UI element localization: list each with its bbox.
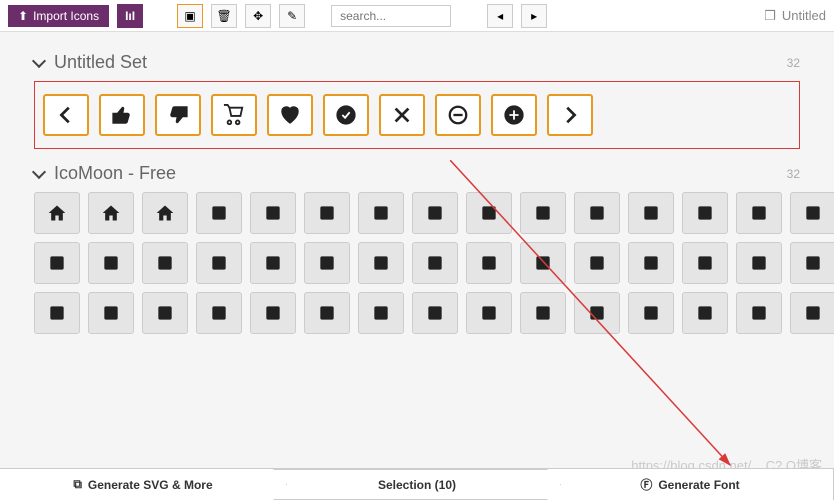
icon-cell-podcast[interactable] [628,242,674,284]
bottom-tabs: ⧉Generate SVG & More Selection (10) ⒻGen… [0,468,834,500]
icon-cell-pen[interactable] [466,192,512,234]
icon-cell-pencil[interactable] [304,192,350,234]
icon-cell-headphones[interactable] [34,242,80,284]
icon-grid [34,192,800,334]
nav-next-button[interactable]: ▸ [521,4,547,28]
set-header-untitled[interactable]: Untitled Set 32 [34,52,800,73]
icon-cell-newspaper[interactable] [250,192,296,234]
icon-cell-file4[interactable] [358,292,404,334]
icon-cell-eyedropper[interactable] [574,192,620,234]
selected-icons-row [34,81,800,149]
select-tool-button[interactable]: ▣ [177,4,203,28]
selected-icon-minus-circle[interactable] [435,94,481,136]
tab-generate-font[interactable]: ⒻGenerate Font [547,469,834,500]
icon-cell-home3[interactable] [142,192,188,234]
stack-icon: ❒ [764,8,776,24]
icon-cell-droplet[interactable] [628,192,674,234]
icon-cell-blog[interactable] [520,192,566,234]
icon-cell-camera2[interactable] [250,242,296,284]
chevron-down-icon [32,164,46,178]
project-name[interactable]: ❒Untitled [764,8,826,24]
selected-icon-thumb-up[interactable] [99,94,145,136]
font-icon: Ⓕ [640,476,652,493]
icon-cell-folder[interactable] [466,292,512,334]
chevron-down-icon [32,53,46,67]
icon-cell-folder2[interactable] [574,292,620,334]
icon-cell-home[interactable] [34,192,80,234]
icon-cell-diamonds[interactable] [520,242,566,284]
tab-generate-svg[interactable]: ⧉Generate SVG & More [0,469,287,500]
icon-cell-paint[interactable] [682,192,728,234]
icon-cell-image[interactable] [736,192,782,234]
library-button[interactable]: IıI [117,4,143,28]
icon-cell-bullhorn[interactable] [574,242,620,284]
search-input[interactable] [331,5,451,27]
selected-icon-close[interactable] [379,94,425,136]
icon-cell-feed[interactable] [682,242,728,284]
icon-cell-file2[interactable] [250,292,296,334]
icon-cell-folder-open[interactable] [520,292,566,334]
selected-icon-chevron-right[interactable] [547,94,593,136]
icon-cell-pencil2[interactable] [358,192,404,234]
icon-cell-pacman[interactable] [358,242,404,284]
icon-cell-quill[interactable] [412,192,458,234]
delete-tool-button[interactable]: 🗑 [211,4,237,28]
icon-cell-home2[interactable] [88,192,134,234]
icon-cell-library[interactable] [88,292,134,334]
icon-cell-tag[interactable] [682,292,728,334]
icon-cell-barcode[interactable] [790,292,834,334]
upload-icon: ⬆ [18,9,28,23]
icon-cell-mic[interactable] [736,242,782,284]
set-header-icomoon[interactable]: IcoMoon - Free 32 [34,163,800,184]
icon-cell-file3[interactable] [304,292,350,334]
icon-cell-spades[interactable] [412,242,458,284]
nav-prev-button[interactable]: ◂ [487,4,513,28]
icon-cell-clubs[interactable] [466,242,512,284]
icon-cell-file[interactable] [142,292,188,334]
move-tool-button[interactable]: ✥ [245,4,271,28]
icon-cell-book[interactable] [790,242,834,284]
icon-cell-profile[interactable] [196,292,242,334]
icon-cell-play[interactable] [142,242,188,284]
icon-cell-stack[interactable] [412,292,458,334]
selected-icon-thumb-down[interactable] [155,94,201,136]
code-icon: ⧉ [73,477,82,492]
toolbar: ⬆Import Icons IıI ▣ 🗑 ✥ ✎ ◂ ▸ ❒Untitled [0,0,834,32]
import-icons-button[interactable]: ⬆Import Icons [8,5,109,27]
icon-cell-film[interactable] [196,242,242,284]
icon-cell-folder3[interactable] [628,292,674,334]
icon-cell-camera[interactable] [790,192,834,234]
selected-icon-heart[interactable] [267,94,313,136]
selected-icon-chevron-left[interactable] [43,94,89,136]
icon-cell-tags[interactable] [736,292,782,334]
icon-cell-office[interactable] [196,192,242,234]
edit-tool-button[interactable]: ✎ [279,4,305,28]
selected-icon-check-circle[interactable] [323,94,369,136]
icon-cell-books[interactable] [34,292,80,334]
selected-icon-cart[interactable] [211,94,257,136]
tab-selection[interactable]: Selection (10) [273,469,561,500]
icon-cell-dice[interactable] [304,242,350,284]
icon-cell-music[interactable] [88,242,134,284]
selected-icon-plus-circle[interactable] [491,94,537,136]
